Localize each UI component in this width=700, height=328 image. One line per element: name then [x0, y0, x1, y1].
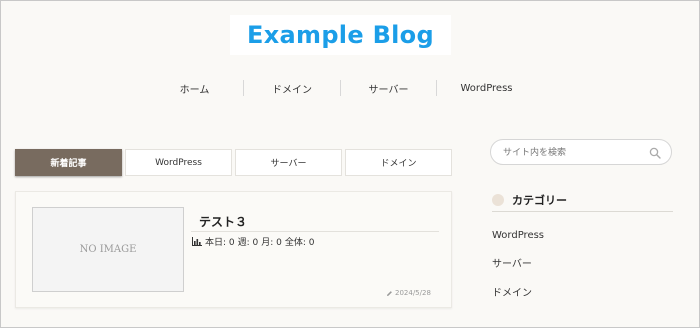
tab-wordpress[interactable]: WordPress: [125, 149, 232, 176]
article-view-stats: 本日: 0 週: 0 月: 0 全体: 0: [192, 235, 315, 248]
page-frame: Example Blog ホーム ドメイン サーバー WordPress 新着記…: [0, 0, 700, 328]
stat-total: 全体: 0: [284, 238, 315, 248]
article-thumbnail[interactable]: NO IMAGE: [32, 207, 184, 292]
category-widget-heading: カテゴリー: [492, 188, 673, 212]
site-logo[interactable]: Example Blog: [230, 15, 451, 55]
title-divider: [191, 231, 439, 232]
category-item-server[interactable]: サーバー: [492, 255, 672, 284]
pencil-icon: [387, 290, 392, 296]
article-card[interactable]: NO IMAGE テスト３ 本日: 0 週: 0 月: 0 全体: 0 2024…: [15, 191, 452, 308]
tab-server[interactable]: サーバー: [235, 149, 342, 176]
site-logo-text[interactable]: Example Blog: [247, 21, 434, 49]
article-tabs: 新着記事 WordPress サーバー ドメイン: [15, 149, 452, 176]
tab-new-articles[interactable]: 新着記事: [15, 149, 122, 176]
category-item-domain[interactable]: ドメイン: [492, 284, 672, 313]
nav-item-home[interactable]: ホーム: [146, 79, 243, 97]
site-search: [490, 139, 672, 165]
tab-domain[interactable]: ドメイン: [345, 149, 452, 176]
bar-chart-icon: [192, 237, 202, 246]
category-item-wordpress[interactable]: WordPress: [492, 226, 672, 255]
category-widget-title: カテゴリー: [512, 193, 567, 207]
stat-month: 月: 0: [261, 238, 282, 248]
global-nav: ホーム ドメイン サーバー WordPress: [146, 79, 536, 97]
article-title[interactable]: テスト３: [199, 213, 247, 230]
search-input[interactable]: [503, 144, 643, 162]
category-list: WordPress サーバー ドメイン: [492, 226, 672, 313]
nav-item-server[interactable]: サーバー: [341, 79, 436, 97]
nav-item-domain[interactable]: ドメイン: [244, 79, 340, 97]
article-date-text: 2024/5/28: [395, 289, 431, 297]
stat-today: 本日: 0: [205, 238, 235, 248]
nav-item-wordpress[interactable]: WordPress: [437, 79, 536, 97]
heading-dot-icon: [492, 193, 504, 206]
stat-week: 週: 0: [237, 238, 259, 248]
search-icon[interactable]: [649, 147, 661, 159]
article-date: 2024/5/28: [386, 289, 431, 297]
thumbnail-placeholder-text: NO IMAGE: [79, 244, 137, 255]
